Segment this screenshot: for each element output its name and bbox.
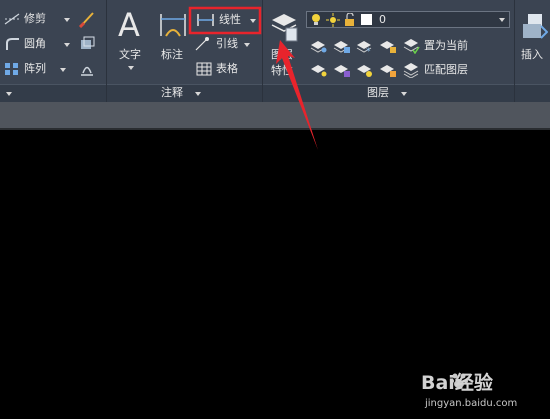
watermark-brand: Bai经验 (421, 372, 493, 394)
arrow-icon (276, 40, 318, 150)
highlight-box (188, 6, 262, 35)
annotation-overlay (188, 6, 318, 150)
watermark-url: jingyan.baidu.com (425, 398, 518, 409)
watermark: Bai经验 jingyan.baidu.com (421, 366, 547, 416)
